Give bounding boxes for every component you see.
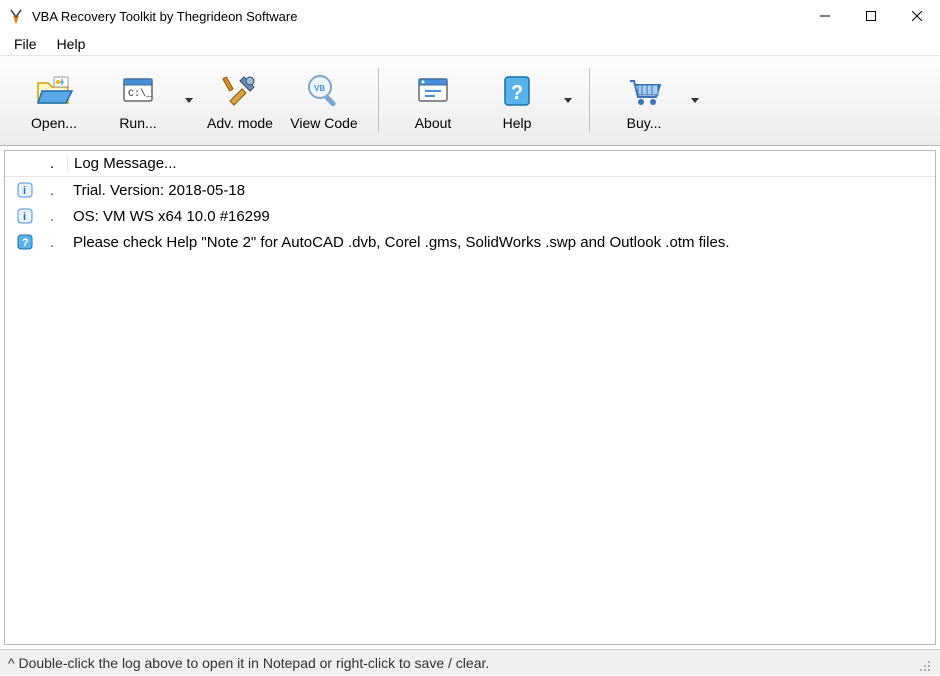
help-button[interactable]: ? Help [475,61,559,141]
log-panel[interactable]: . Log Message... i . Trial. Version: 201… [4,150,936,645]
window-controls [802,0,940,32]
buy-label: Buy... [627,115,662,131]
app-icon [8,8,24,24]
svg-text:VB: VB [314,84,325,93]
log-message: OS: VM WS x64 10.0 #16299 [67,208,935,225]
menu-help[interactable]: Help [47,34,96,54]
toolbar-separator [589,68,590,133]
statusbar: ^ Double-click the log above to open it … [0,649,940,675]
menu-file[interactable]: File [4,34,47,54]
buy-dropdown[interactable] [686,61,704,141]
help-icon: ? [13,234,37,250]
svg-text:C:\_: C:\_ [128,88,153,100]
window-title: VBA Recovery Toolkit by Thegrideon Softw… [32,9,802,24]
log-message: Please check Help "Note 2" for AutoCAD .… [67,234,935,251]
run-dropdown[interactable] [180,61,198,141]
open-button[interactable]: Open... [12,61,96,141]
about-label: About [415,115,452,131]
log-dot: . [37,182,67,199]
about-icon [413,71,453,111]
info-icon: i [13,208,37,224]
magnifier-code-icon: VB [304,71,344,111]
menubar: File Help [0,32,940,56]
svg-text:?: ? [511,82,523,104]
buy-button[interactable]: Buy... [602,61,686,141]
toolbar-separator [378,68,379,133]
view-code-button[interactable]: VB View Code [282,61,366,141]
help-dropdown[interactable] [559,61,577,141]
log-row[interactable]: i . Trial. Version: 2018-05-18 [5,177,935,203]
log-row[interactable]: ? . Please check Help "Note 2" for AutoC… [5,229,935,255]
close-button[interactable] [894,0,940,32]
run-label: Run... [119,115,156,131]
log-header-dot: . [37,155,67,172]
log-header-label: Log Message... [67,155,935,172]
svg-text:i: i [23,185,26,197]
view-code-label: View Code [290,115,357,131]
minimize-button[interactable] [802,0,848,32]
log-dot: . [37,234,67,251]
adv-mode-button[interactable]: Adv. mode [198,61,282,141]
adv-mode-label: Adv. mode [207,115,273,131]
log-header: . Log Message... [5,151,935,177]
open-label: Open... [31,115,77,131]
help-icon: ? [497,71,537,111]
tools-icon [220,71,260,111]
svg-text:?: ? [22,237,29,249]
console-run-icon: C:\_ [118,71,158,111]
maximize-button[interactable] [848,0,894,32]
run-button[interactable]: C:\_ Run... [96,61,180,141]
log-row[interactable]: i . OS: VM WS x64 10.0 #16299 [5,203,935,229]
toolbar: Open... C:\_ Run... [0,56,940,146]
svg-text:i: i [23,211,26,223]
folder-open-icon [34,71,74,111]
log-message: Trial. Version: 2018-05-18 [67,182,935,199]
about-button[interactable]: About [391,61,475,141]
log-dot: . [37,208,67,225]
status-text: ^ Double-click the log above to open it … [8,655,918,671]
info-icon: i [13,182,37,198]
help-label: Help [503,115,532,131]
cart-icon [624,71,664,111]
resize-grip[interactable] [918,659,932,673]
titlebar: VBA Recovery Toolkit by Thegrideon Softw… [0,0,940,32]
